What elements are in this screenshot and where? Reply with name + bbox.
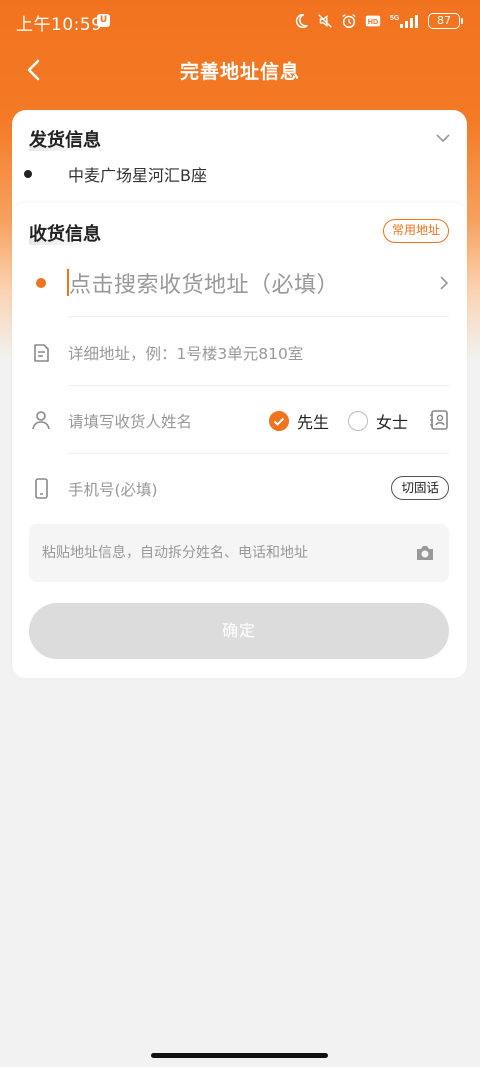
moon-icon <box>295 13 308 28</box>
notification-u-icon: U <box>97 14 110 27</box>
confirm-button[interactable]: 确定 <box>29 603 449 659</box>
paste-address-placeholder: 粘贴地址信息，自动拆分姓名、电话和地址 <box>42 545 308 561</box>
search-address-field[interactable]: 点击搜索收货地址（必填） <box>69 267 339 299</box>
signal-icon: 5G <box>390 15 418 28</box>
contacts-icon[interactable] <box>428 409 450 431</box>
gender-label-mr: 先生 <box>297 413 330 432</box>
network-label: 5G <box>390 15 400 22</box>
alarm-icon <box>342 14 356 29</box>
chevron-right-icon[interactable] <box>437 275 451 291</box>
shipping-address: 中麦广场星河汇B座 <box>68 166 207 185</box>
svg-text:HD: HD <box>368 17 378 26</box>
divider <box>68 453 449 454</box>
mute-icon <box>318 14 332 28</box>
home-indicator[interactable] <box>151 1053 328 1058</box>
paste-address-box[interactable]: 粘贴地址信息，自动拆分姓名、电话和地址 <box>29 524 449 582</box>
person-icon <box>32 411 50 430</box>
hd-icon: HD <box>365 15 381 27</box>
gender-label-ms: 女士 <box>376 413 409 432</box>
camera-icon[interactable] <box>415 544 435 562</box>
battery-indicator: 87 <box>428 13 463 29</box>
receiver-dot <box>36 278 46 288</box>
address-detail-icon <box>34 344 49 362</box>
common-address-button[interactable]: 常用地址 <box>382 219 449 243</box>
radio-checked-icon[interactable] <box>269 411 289 431</box>
gender-option-mr[interactable]: 先生 <box>269 409 329 433</box>
status-bar: 上午10:59 U HD 5G 87 <box>0 0 480 40</box>
divider <box>68 385 449 386</box>
shipping-title: 发货信息 <box>29 130 101 151</box>
app-header: 完善地址信息 <box>0 44 480 94</box>
page-title: 完善地址信息 <box>179 61 300 83</box>
radio-unchecked-icon[interactable] <box>348 411 368 431</box>
receiver-name-input[interactable]: 请填写收货人姓名 <box>68 410 192 432</box>
detail-address-input[interactable]: 详细地址，例：1号楼3单元810室 <box>68 342 303 364</box>
phone-input[interactable]: 手机号(必填) <box>68 478 158 500</box>
receiving-info-card: 收货信息 常用地址 点击搜索收货地址（必填） 详细地址，例：1号楼3单元810室… <box>12 203 467 678</box>
switch-landline-button[interactable]: 切固话 <box>391 476 449 500</box>
divider <box>68 316 449 317</box>
shipping-address-dot <box>24 170 32 178</box>
gender-option-ms[interactable]: 女士 <box>348 409 408 433</box>
chevron-down-icon[interactable] <box>435 130 451 146</box>
status-time: 上午10:59 <box>16 15 103 35</box>
receiving-title: 收货信息 <box>29 224 101 245</box>
status-icons: HD 5G 87 <box>292 11 463 31</box>
phone-icon <box>35 478 48 499</box>
